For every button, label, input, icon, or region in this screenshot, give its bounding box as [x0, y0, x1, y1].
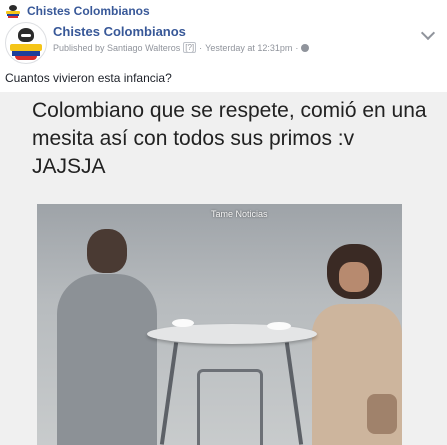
published-by[interactable]: Published by Santiago Walteros — [53, 43, 180, 53]
meta-separator-2: · — [295, 42, 299, 53]
post-text: Cuantos vivieron esta infancia? — [5, 71, 172, 85]
watermark: Tame Noticias — [211, 209, 268, 219]
post-timestamp[interactable]: Yesterday at 12:31pm — [205, 43, 292, 53]
chevron-down-icon[interactable] — [420, 25, 436, 41]
shared-from-bar: Chistes Colombianos — [5, 2, 150, 20]
image-caption: Colombiano que se respete, comió en una … — [32, 99, 427, 178]
page-logo-icon[interactable] — [5, 4, 21, 18]
shared-page-link[interactable]: Chistes Colombianos — [27, 4, 150, 18]
meta-separator: · — [199, 42, 203, 53]
post-meta: Published by Santiago Walteros [?] · Yes… — [53, 42, 310, 53]
post-image[interactable]: Colombiano que se respete, comió en una … — [0, 92, 447, 445]
help-icon[interactable]: [?] — [183, 42, 197, 53]
meme-photo: Tame Noticias — [37, 204, 402, 445]
page-avatar[interactable] — [5, 22, 47, 64]
post-header: Chistes Colombianos Published by Santiag… — [5, 22, 310, 64]
page-name-link[interactable]: Chistes Colombianos — [53, 24, 309, 39]
globe-icon[interactable] — [301, 43, 310, 52]
